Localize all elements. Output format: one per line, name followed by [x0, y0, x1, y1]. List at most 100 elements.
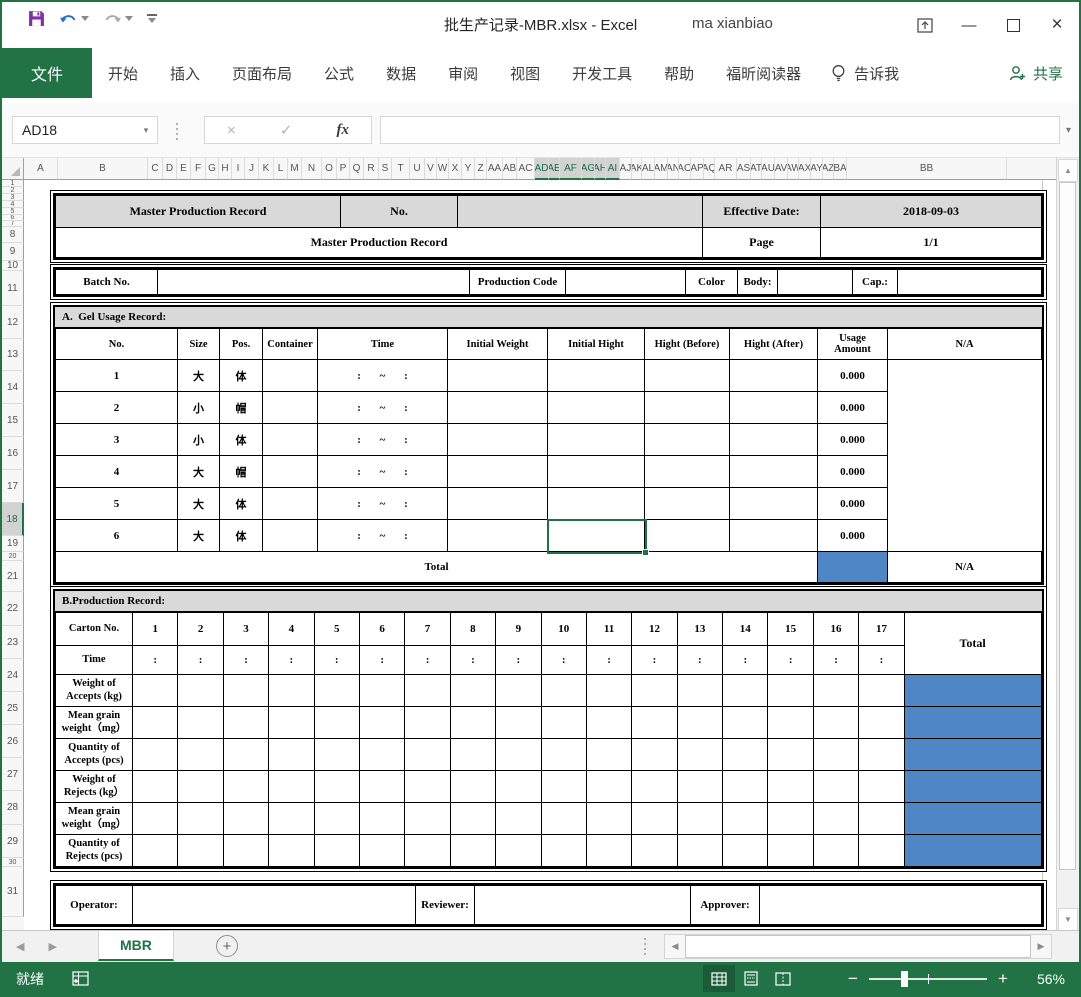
column-header-O[interactable]: O — [322, 158, 337, 180]
production-cell[interactable] — [359, 803, 404, 835]
column-header-F[interactable]: F — [191, 158, 206, 180]
production-cell[interactable] — [677, 707, 722, 739]
production-cell[interactable] — [405, 707, 450, 739]
ribbon-tab[interactable]: 数据 — [370, 48, 432, 98]
gel-cell[interactable] — [645, 392, 730, 424]
production-cell[interactable] — [768, 771, 813, 803]
column-header-AT[interactable]: AT — [751, 158, 762, 180]
gel-cell[interactable] — [263, 424, 318, 456]
gel-cell[interactable]: 帽 — [220, 392, 263, 424]
gel-cell[interactable]: 6 — [56, 520, 178, 552]
row-header-2[interactable]: 2 — [2, 187, 24, 194]
column-header-AM[interactable]: AM — [655, 158, 668, 180]
production-row-label[interactable]: Quantity of Accepts (pcs) — [56, 739, 133, 771]
ribbon-tab[interactable]: 审阅 — [432, 48, 494, 98]
production-section-title[interactable]: B.Production Record: — [55, 591, 1042, 612]
gel-cell[interactable] — [645, 456, 730, 488]
zoom-slider[interactable] — [869, 965, 987, 992]
production-cell[interactable] — [859, 707, 904, 739]
time-cell[interactable]: : — [450, 646, 495, 675]
production-cell[interactable] — [133, 739, 178, 771]
page-label[interactable]: Page — [703, 228, 821, 258]
carton-number-cell[interactable]: 9 — [496, 613, 541, 646]
carton-number-cell[interactable]: 16 — [813, 613, 858, 646]
production-cell[interactable] — [586, 707, 631, 739]
carton-number-cell[interactable]: 11 — [586, 613, 631, 646]
production-cell[interactable] — [632, 803, 677, 835]
gel-cell[interactable] — [448, 488, 548, 520]
production-cell[interactable] — [405, 739, 450, 771]
carton-number-cell[interactable]: 14 — [723, 613, 768, 646]
row-header-21[interactable]: 21 — [2, 561, 24, 592]
gel-cell[interactable] — [263, 392, 318, 424]
production-cell[interactable] — [496, 803, 541, 835]
gel-total-na-cell[interactable]: N/A — [888, 552, 1042, 583]
production-cell[interactable] — [178, 803, 223, 835]
name-box-caret-icon[interactable]: ▾ — [135, 125, 157, 136]
tab-file[interactable]: 文件 — [2, 48, 92, 98]
gel-cell[interactable]: : ~ : — [318, 392, 448, 424]
maximize-button[interactable] — [991, 2, 1035, 48]
column-header-T[interactable]: T — [392, 158, 410, 180]
horizontal-scrollbar[interactable]: ◀ ▶ — [664, 934, 1052, 959]
production-cell[interactable] — [813, 803, 858, 835]
cancel-icon[interactable]: × — [227, 122, 236, 139]
gel-cell[interactable]: : ~ : — [318, 456, 448, 488]
row-header-27[interactable]: 27 — [2, 758, 24, 791]
production-cell[interactable] — [223, 803, 268, 835]
gel-cell[interactable]: 体 — [220, 360, 263, 392]
time-cell[interactable]: : — [677, 646, 722, 675]
enter-icon[interactable]: ✓ — [280, 121, 293, 139]
production-cell[interactable] — [496, 707, 541, 739]
time-cell[interactable]: : — [496, 646, 541, 675]
production-cell[interactable] — [586, 771, 631, 803]
production-cell[interactable] — [677, 739, 722, 771]
production-row-label[interactable]: Mean grain weight（mg） — [56, 707, 133, 739]
no-label[interactable]: No. — [341, 196, 458, 228]
row-header-23[interactable]: 23 — [2, 626, 24, 659]
production-cell[interactable] — [314, 803, 359, 835]
time-cell[interactable]: : — [586, 646, 631, 675]
production-cell[interactable] — [314, 707, 359, 739]
gel-column-header[interactable]: Usage Amount — [818, 329, 888, 360]
gel-cell[interactable] — [730, 488, 818, 520]
batch-no-label[interactable]: Batch No. — [56, 270, 158, 295]
production-cell[interactable] — [859, 803, 904, 835]
carton-number-cell[interactable]: 12 — [632, 613, 677, 646]
gel-column-header[interactable]: Hight (After) — [730, 329, 818, 360]
row-header-20[interactable]: 20 — [2, 552, 24, 561]
production-cell[interactable] — [223, 739, 268, 771]
gel-cell[interactable]: 大 — [178, 520, 220, 552]
production-cell[interactable] — [859, 675, 904, 707]
production-cell[interactable] — [496, 835, 541, 867]
reviewer-value[interactable] — [475, 886, 691, 925]
production-cell[interactable] — [314, 771, 359, 803]
production-cell[interactable] — [541, 803, 586, 835]
color-label[interactable]: Color — [686, 270, 738, 295]
production-cell[interactable] — [632, 835, 677, 867]
gel-cell[interactable]: 0.000 — [818, 360, 888, 392]
gel-cell[interactable]: 0.000 — [818, 488, 888, 520]
production-cell[interactable] — [813, 707, 858, 739]
carton-number-cell[interactable]: 3 — [223, 613, 268, 646]
gel-cell[interactable]: 2 — [56, 392, 178, 424]
production-cell[interactable] — [133, 707, 178, 739]
gel-cell[interactable] — [730, 392, 818, 424]
vertical-scrollbar[interactable]: ▲ ▼ — [1056, 158, 1079, 932]
gel-cell[interactable] — [448, 520, 548, 552]
ribbon-tab[interactable]: 开发工具 — [556, 48, 648, 98]
production-cell[interactable] — [178, 675, 223, 707]
production-cell[interactable] — [859, 739, 904, 771]
row-header-9[interactable]: 9 — [2, 243, 24, 261]
production-cell[interactable] — [541, 739, 586, 771]
row-header-8[interactable]: 8 — [2, 227, 24, 243]
column-header-V[interactable]: V — [425, 158, 437, 180]
gel-cell[interactable] — [730, 424, 818, 456]
approver-value[interactable] — [760, 886, 1042, 925]
production-cell[interactable] — [178, 739, 223, 771]
gel-cell[interactable] — [548, 360, 645, 392]
row-header-16[interactable]: 16 — [2, 437, 24, 470]
gel-cell[interactable] — [645, 424, 730, 456]
production-cell[interactable] — [133, 675, 178, 707]
production-cell[interactable] — [677, 675, 722, 707]
